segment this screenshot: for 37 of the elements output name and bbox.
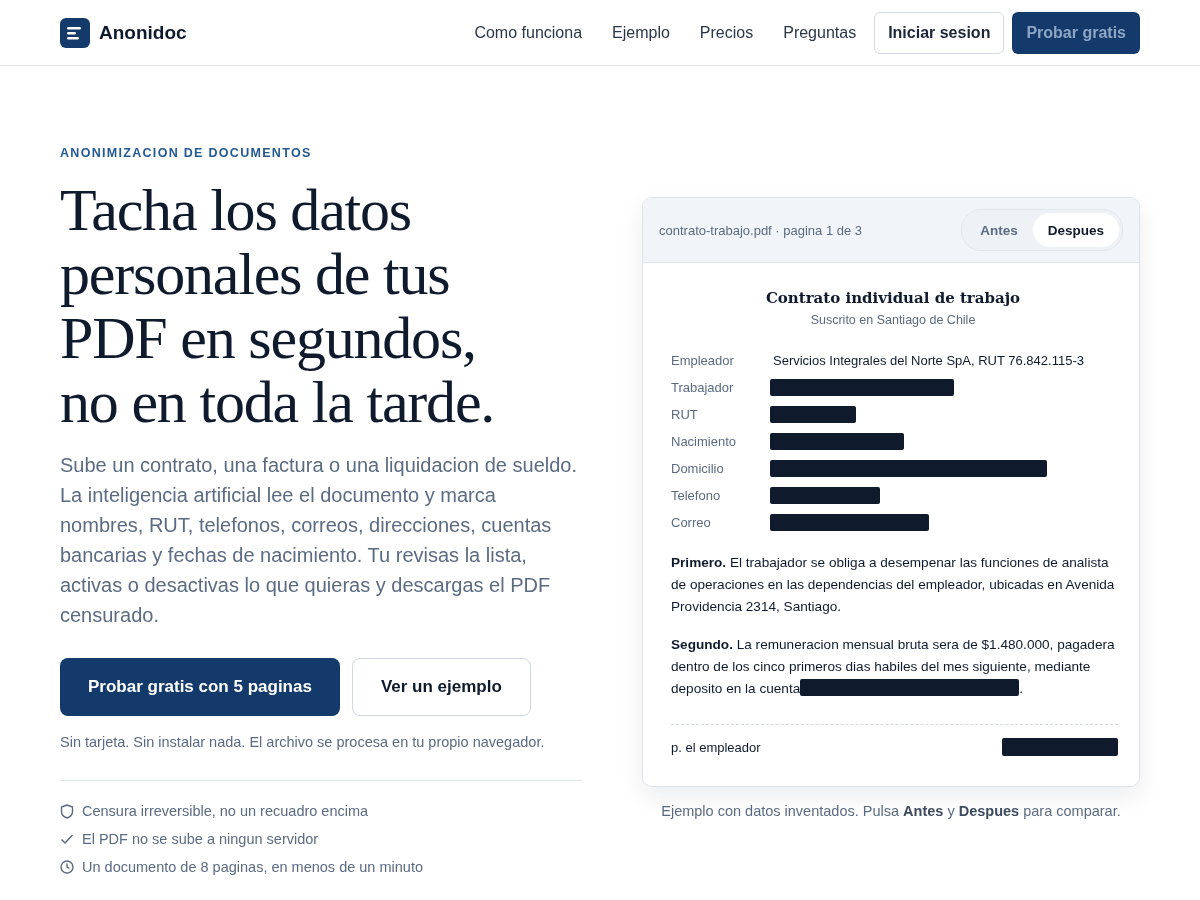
feature-text: Un documento de 8 paginas, en menos de un minuto	[82, 859, 423, 875]
view-tab[interactable]: Antes	[965, 213, 1033, 247]
eyebrow-label: ANONIMIZACION DE DOCUMENTOS	[60, 146, 313, 160]
hero-title: Tacha los datos personales de tus PDF en segundos, no en toda la tarde.	[60, 178, 496, 434]
login-button[interactable]: Iniciar sesion	[874, 11, 1005, 54]
preview-caption: Ejemplo con datos inventados. Pulsa Antes y Despues para comparar.	[660, 803, 1122, 819]
feature-text: Censura irreversible, no un recuadro encima	[82, 803, 369, 819]
hero-description: Sube un contrato, una factura o una liquidacion de sueldo. La inteligencia artificial lee el documento y marca nombres, RUT, telefonos, correos, direcciones, cuentas bancarias y fechas de nacimiento. Tu revisas la lista, activas o desactivas lo que quieras y descargas el PDF censurado.	[60, 453, 579, 628]
field-label: Correo	[671, 515, 712, 530]
document-subtitle: Suscrito en Santiago de Chile	[809, 313, 977, 327]
nav-link[interactable]: Ejemplo	[612, 23, 670, 42]
field-label: Domicilio	[671, 461, 725, 476]
nav-link[interactable]: Precios	[699, 23, 754, 42]
field-label: Nacimiento	[671, 434, 738, 449]
file-name: contrato-trabajo.pdf · pagina 1 de 3	[659, 222, 863, 238]
clause-text: Primero. El trabajador se obliga a desempenar las funciones de analista de operaciones en las dependencias del empleador, ubicadas en Avenida Providencia 2314, Santiago.	[671, 554, 1115, 616]
clock-icon	[60, 860, 74, 874]
clause-text: Segundo. La remuneracion mensual bruta sera de $1.480.000, pagadera dentro de los cinco primeros dias habiles del mes siguiente, mediante deposito en la cuenta .	[671, 636, 1115, 698]
view-tab[interactable]: Despues	[1032, 213, 1119, 247]
document-title: Contrato individual de trabajo	[764, 289, 1022, 307]
field-label: Trabajador	[671, 380, 735, 395]
signature-label: p. el empleador	[671, 739, 761, 755]
feature-text: El PDF no se sube a ningun servidor	[82, 831, 319, 847]
try-free-button[interactable]: Probar gratis	[1012, 11, 1140, 54]
check-icon	[60, 833, 74, 845]
shield-icon	[60, 803, 74, 819]
logo-icon	[60, 17, 90, 48]
brand-name[interactable]: Anonidoc	[99, 21, 187, 44]
field-label: Telefono	[671, 488, 722, 503]
nav-link[interactable]: Preguntas	[783, 23, 857, 42]
example-button[interactable]: Ver un ejemplo	[351, 658, 531, 716]
field-label: Empleador	[671, 353, 735, 368]
note-text: Sin tarjeta. Sin instalar nada. El archivo se procesa en tu propio navegador.	[60, 734, 546, 750]
field-value: Servicios Integrales del Norte SpA, RUT 76.842.115-3	[773, 353, 1084, 368]
field-label: RUT	[671, 407, 699, 422]
primary-button[interactable]: Probar gratis con 5 paginas	[60, 658, 340, 716]
nav-link[interactable]: Como funciona	[474, 23, 583, 42]
